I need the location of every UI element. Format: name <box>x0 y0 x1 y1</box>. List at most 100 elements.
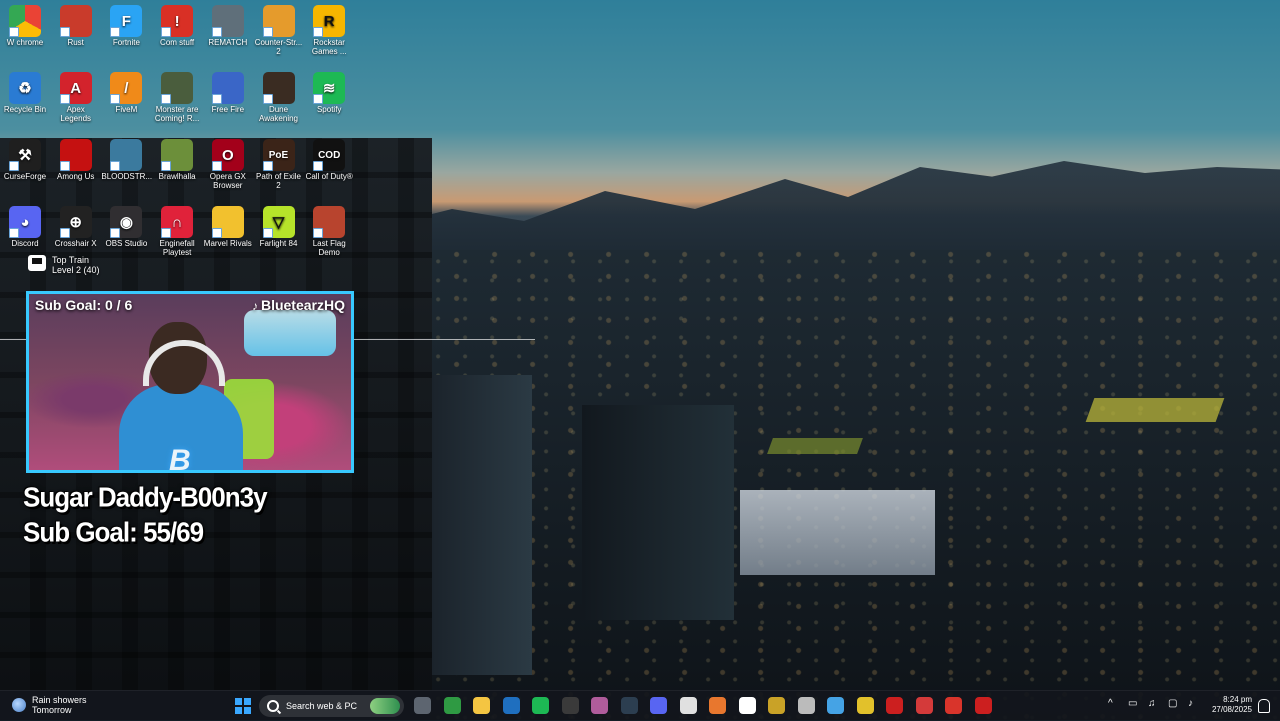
desktop-icon-label: Rockstar Games ... <box>311 38 347 56</box>
desktop-icon[interactable]: ∩ Enginefall Playtest <box>152 206 202 257</box>
wallpaper-tower <box>582 405 734 620</box>
desktop-icon[interactable]: Brawlhalla <box>152 139 202 181</box>
brawlhalla-icon <box>161 139 194 171</box>
dune-icon <box>262 72 295 104</box>
desktop-icon[interactable]: Last Flag Demo <box>304 206 354 257</box>
tiktok-icon: ♪ <box>251 299 258 313</box>
taskbar-app-icon[interactable] <box>797 697 815 714</box>
desktop-icon[interactable]: Dune Awakening <box>254 72 304 123</box>
desktop-icon[interactable]: BLOODSTR... <box>101 139 153 181</box>
desktop-icon-label: CurseForge <box>3 172 47 181</box>
desktop-icon[interactable]: Counter-Str... 2 <box>254 5 304 56</box>
taskbar-app-icon[interactable] <box>827 697 844 714</box>
desktop-icon-label: Counter-Str... 2 <box>254 38 303 56</box>
desktop-icon[interactable]: R Rockstar Games ... <box>304 5 354 56</box>
webcam-username-text: BluetearzHQ <box>260 297 345 313</box>
desktop-icon-label: Brawlhalla <box>158 172 196 181</box>
desktop-icon-label: OBS Studio <box>105 239 148 248</box>
taskbar-app-icon[interactable] <box>915 697 933 714</box>
enginefall-icon: ∩ <box>161 206 194 238</box>
tray-icon[interactable]: ♫ <box>1148 698 1156 709</box>
desktop-icon[interactable]: ⊕ Crosshair X <box>51 206 101 248</box>
taskbar-app-icon[interactable] <box>414 697 431 714</box>
taskbar-search[interactable]: Search web & PC <box>259 695 404 717</box>
desktop-icon-label: Monster are Coming! R... <box>154 105 200 123</box>
desktop-icon-label: Com stuff <box>160 38 195 47</box>
taskbar-app-icon[interactable] <box>945 697 962 714</box>
wallpaper-tower <box>432 375 532 675</box>
desktop-icon[interactable]: ♻ Recycle Bin <box>0 72 50 114</box>
taskbar-app-icon[interactable] <box>738 697 756 714</box>
desktop-icon[interactable]: O Opera GX Browser <box>203 139 253 190</box>
desktop-icon-label: Fortnite <box>112 38 140 47</box>
tray-icon[interactable]: ♪ <box>1188 698 1193 709</box>
taskbar-app-icon[interactable] <box>856 697 874 714</box>
desktop-icon[interactable]: F Fortnite <box>101 5 151 47</box>
desktop-icon[interactable]: / FiveM <box>101 72 151 114</box>
desktop-icon[interactable]: A Apex Legends <box>51 72 101 123</box>
tray-icon[interactable]: ▭ <box>1128 698 1137 709</box>
desktop-icon[interactable]: W chrome <box>0 5 50 47</box>
call-of-duty-icon: COD <box>313 139 346 171</box>
tray-chevron-icon[interactable]: ^ <box>1108 698 1113 709</box>
taskbar-app-icon[interactable] <box>620 697 638 714</box>
taskbar-app-icon[interactable] <box>768 697 785 714</box>
crosshair-x-icon: ⊕ <box>59 206 92 238</box>
desktop-icon[interactable]: Among Us <box>51 139 101 181</box>
clock-time: 8:24 pm <box>1223 695 1252 704</box>
webcam-username: ♪ BluetearzHQ <box>252 297 345 313</box>
taskbar-app-icon[interactable] <box>502 697 520 714</box>
desktop-icon-label: BLOODSTR... <box>101 172 153 181</box>
desktop-icon-label: Enginefall Playtest <box>159 239 195 257</box>
notification-bell-icon[interactable] <box>1258 699 1270 713</box>
counter-strike-icon <box>262 5 295 37</box>
train-icon <box>28 255 46 271</box>
desktop-icon[interactable]: ▽ Farlight 84 <box>254 206 304 248</box>
taskbar-app-icon[interactable] <box>650 697 667 714</box>
desktop-icon[interactable]: Rust <box>51 5 101 47</box>
taskbar-clock[interactable]: 8:24 pm 27/08/2025 <box>1212 695 1252 715</box>
path-of-exile-icon: PoE <box>262 139 295 171</box>
desktop-icon[interactable]: ≋ Spotify <box>304 72 354 114</box>
taskbar-app-icon[interactable] <box>443 697 461 714</box>
opera-gx-icon: O <box>211 139 244 171</box>
wallpaper-field <box>767 438 863 454</box>
desktop-icon[interactable]: REMATCH <box>203 5 253 47</box>
taskbar-app-icon[interactable] <box>561 697 579 714</box>
weather-widget[interactable]: Rain showers Tomorrow <box>12 695 87 715</box>
recycle-bin-icon: ♻ <box>9 72 41 104</box>
search-highlight-icon <box>370 698 400 714</box>
taskbar-app-icon[interactable] <box>679 697 697 714</box>
webcam-lamp <box>244 310 336 356</box>
desktop-icon-label: Path of Exile 2 <box>256 172 301 190</box>
taskbar: Rain showers Tomorrow Search web & PC ^ … <box>0 690 1280 721</box>
desktop-icon-label: Spotify <box>316 105 342 114</box>
farlight-icon: ▽ <box>262 206 295 238</box>
overlay-line-2: Sub Goal: 55/69 <box>23 515 204 549</box>
desktop-icon[interactable]: COD Call of Duty® <box>304 139 354 181</box>
taskbar-app-icon[interactable] <box>532 697 549 714</box>
desktop-icon-label: Among Us <box>57 172 95 181</box>
desktop-icon[interactable]: ! Com stuff <box>152 5 202 47</box>
desktop-icon[interactable]: ◉ OBS Studio <box>101 206 151 248</box>
tray-icon[interactable]: ▢ <box>1168 698 1177 709</box>
taskbar-app-icon[interactable] <box>886 697 903 714</box>
desktop-icon[interactable]: ◕ Discord <box>0 206 50 248</box>
desktop-icon[interactable]: ⚒ CurseForge <box>0 139 50 181</box>
desktop-icon[interactable]: Free Fire <box>203 72 253 114</box>
start-button[interactable] <box>235 698 251 714</box>
desktop-icon-label: FiveM <box>115 105 138 114</box>
curseforge-icon: ⚒ <box>9 139 41 171</box>
desktop-icon[interactable]: PoE Path of Exile 2 <box>254 139 304 190</box>
taskbar-app-icon[interactable] <box>709 697 726 714</box>
taskbar-app-icon[interactable] <box>974 697 992 714</box>
top-train-widget[interactable]: Top Train Level 2 (40) <box>28 255 100 275</box>
taskbar-app-icon[interactable] <box>591 697 608 714</box>
wallpaper-building <box>740 490 935 575</box>
taskbar-app-icon[interactable] <box>473 697 490 714</box>
bloodstrike-icon <box>110 139 143 171</box>
desktop-icon[interactable]: Monster are Coming! R... <box>152 72 202 123</box>
weather-sub: Tomorrow <box>32 705 72 715</box>
desktop-icon[interactable]: Marvel Rivals <box>203 206 253 248</box>
desktop-icon-label: Farlight 84 <box>259 239 298 248</box>
